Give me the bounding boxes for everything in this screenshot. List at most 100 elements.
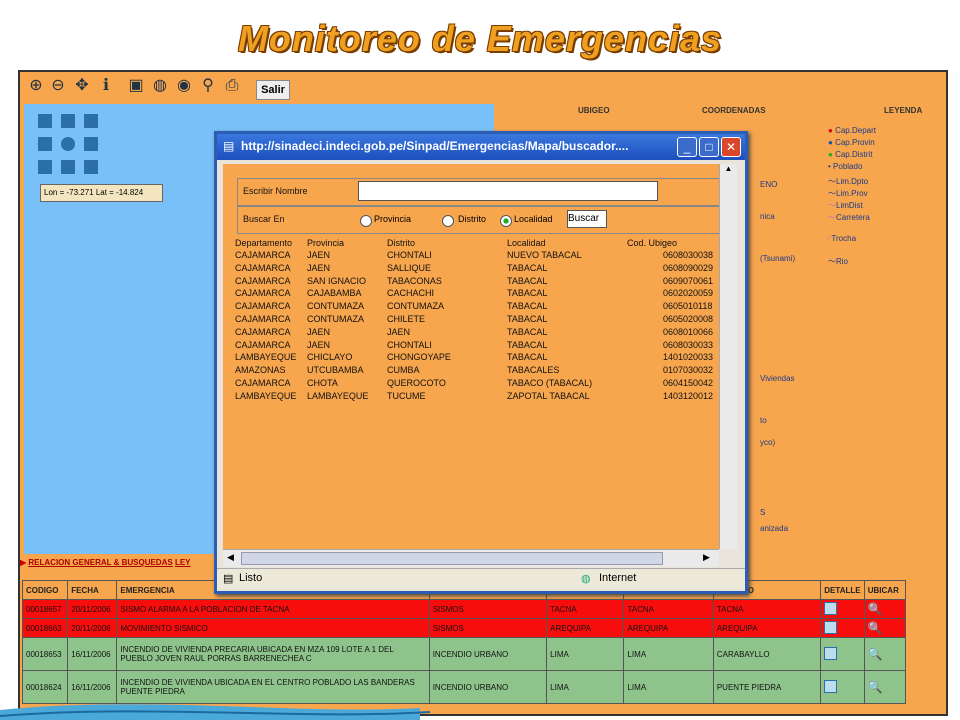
result-cell: TABACAL	[507, 301, 548, 312]
result-cell: CAJAMARCA	[235, 288, 291, 299]
result-cell: ZAPOTAL TABACAL	[507, 390, 590, 401]
result-cell: NUEVO TABACAL	[507, 250, 582, 260]
horizontal-scrollbar[interactable]: ◀ ▶	[223, 549, 719, 567]
locate-zoom-icon[interactable]: 🔍	[868, 647, 883, 661]
result-cell: JAEN	[307, 339, 331, 350]
emergencia-cell: SISMO ALARMA A LA POBLACION DE TACNA	[116, 599, 430, 619]
popup-titlebar[interactable]: ▤ http://sinadeci.indeci.gob.pe/Sinpad/E…	[217, 134, 745, 160]
close-button[interactable]: ✕	[721, 137, 741, 157]
result-cell: TABACAL	[507, 288, 548, 299]
column-header: DETALLE	[820, 580, 865, 600]
panel-fragment: yco)	[760, 438, 776, 447]
salir-button[interactable]: Salir	[256, 80, 290, 100]
result-cell: TABACAL	[507, 262, 548, 273]
result-cell: TABACO (TABACAL)	[507, 378, 593, 388]
distrito-radio[interactable]	[442, 215, 454, 227]
distrito-header: Distrito	[387, 238, 416, 248]
detail-icon[interactable]	[824, 620, 838, 634]
locate-zoom-icon[interactable]: 🔍	[868, 621, 883, 635]
info-icon[interactable]: ℹ	[96, 76, 116, 96]
scroll-left-icon[interactable]: ◀	[227, 552, 234, 563]
detail-icon[interactable]	[824, 646, 838, 660]
result-cell: CAJAMARCA	[235, 314, 291, 324]
locate-zoom-icon[interactable]: 🔍	[868, 602, 883, 616]
detalle-cell	[820, 618, 865, 638]
ie-page-icon: ▤	[223, 139, 235, 153]
relation-link[interactable]: RELACION GENERAL & BUSQUEDAS	[28, 558, 172, 567]
distrito-radio-label: Distrito	[458, 214, 487, 224]
nav-west-arrow[interactable]	[38, 137, 52, 151]
result-cell: SAN IGNACIO	[307, 275, 367, 286]
result-cell: CHICLAYO	[307, 352, 353, 363]
binoculars-icon[interactable]: ⚲	[198, 76, 218, 96]
leyenda-header: LEYENDA	[884, 106, 923, 115]
zoom-in-icon[interactable]: ⊕	[26, 76, 46, 96]
layer-icon[interactable]: ▣	[126, 76, 146, 96]
nav-north-arrow[interactable]	[61, 114, 75, 128]
result-cell: SALLIQUE	[387, 262, 432, 273]
scroll-thumb[interactable]	[241, 552, 663, 565]
legend-item: 〜Rio	[828, 257, 849, 266]
globe-icon[interactable]: ◍	[150, 76, 170, 96]
zoom-out-icon[interactable]: ⊖	[48, 76, 68, 96]
detail-icon[interactable]	[824, 601, 838, 615]
legend-link[interactable]: LEY	[175, 558, 191, 567]
nav-southeast-arrow[interactable]	[84, 160, 98, 174]
result-cell: CHOTA	[307, 378, 338, 388]
result-cell: TABACAL	[507, 314, 548, 324]
distrito-cell: TACNA	[712, 599, 822, 619]
result-cell: CHILETE	[387, 314, 426, 324]
legend-item: ● Cap.Provin	[828, 138, 875, 147]
nav-northwest-arrow[interactable]	[38, 114, 52, 128]
legend-item: • Poblado	[828, 162, 863, 171]
codigo-cell: 00018653	[21, 637, 69, 671]
departamento-cell: LIMA	[546, 637, 625, 671]
print-icon[interactable]: ⎙	[222, 76, 242, 96]
legend-item: 〜Lim.Dpto	[828, 177, 869, 186]
table-row[interactable]: 00018657 20/11/2006 SISMO ALARMA A LA PO…	[21, 599, 907, 619]
nav-east-arrow[interactable]	[84, 137, 98, 151]
detalle-cell	[820, 637, 865, 671]
result-cell: TABACALES	[507, 365, 560, 376]
minimize-button[interactable]: _	[677, 137, 697, 157]
panel-fragment: anizada	[760, 524, 789, 533]
table-row[interactable]: 00018653 16/11/2006 INCENDIO DE VIVIENDA…	[21, 637, 907, 671]
result-cell: LAMBAYEQUE	[235, 390, 297, 401]
column-header: CODIGO	[21, 580, 69, 600]
provincia-radio-label: Provincia	[374, 214, 412, 224]
result-cell: TABACAL	[507, 326, 548, 337]
ubicar-cell: 🔍	[863, 599, 907, 619]
globe-refresh-icon[interactable]: ◉	[174, 76, 194, 96]
legend-item: 〜Carretera	[828, 213, 870, 222]
maximize-button[interactable]: □	[699, 137, 719, 157]
vertical-scrollbar[interactable]: ▲	[719, 164, 737, 549]
result-cell: JAEN	[307, 250, 331, 260]
nav-southwest-arrow[interactable]	[38, 160, 52, 174]
result-cell: 0602020059	[663, 288, 714, 299]
map-toolbar: ⊕ ⊖ ✥ ℹ ▣ ◍ ◉ ⚲ ⎙ Salir	[20, 72, 946, 102]
nav-south-arrow[interactable]	[61, 160, 75, 174]
panel-fragment: Viviendas	[760, 374, 795, 383]
buscar-button[interactable]: Buscar	[567, 210, 607, 228]
nav-northeast-arrow[interactable]	[84, 114, 98, 128]
coordinates-readout: Lon = -73.271 Lat = -14.824	[40, 184, 163, 202]
result-cell: 0107030032	[663, 365, 714, 376]
result-cell: 1401020033	[663, 352, 714, 363]
localidad-header: Localidad	[507, 238, 546, 248]
legend-item: ● Cap.Depart	[828, 126, 876, 135]
result-cell: CONTUMAZA	[307, 314, 364, 324]
scroll-up-icon[interactable]: ▲	[720, 164, 737, 178]
provincia-radio[interactable]	[360, 215, 372, 227]
table-row[interactable]: 00018663 20/11/2006 MOVIMIENTO SISMICO S…	[21, 618, 907, 638]
slide-title: Monitoreo de Emergencias	[237, 18, 723, 59]
result-cell: CHONGOYAPE	[387, 352, 451, 363]
localidad-radio[interactable]	[500, 215, 512, 227]
status-text: Listo	[239, 572, 263, 584]
result-cell: CONTUMAZA	[387, 301, 444, 312]
map-navigation-control[interactable]	[38, 114, 98, 174]
pan-icon[interactable]: ✥	[72, 76, 92, 96]
name-input[interactable]	[358, 181, 658, 201]
nav-center-button[interactable]	[61, 137, 75, 151]
scroll-right-icon[interactable]: ▶	[703, 552, 710, 563]
result-cell: TABACAL	[507, 339, 548, 350]
